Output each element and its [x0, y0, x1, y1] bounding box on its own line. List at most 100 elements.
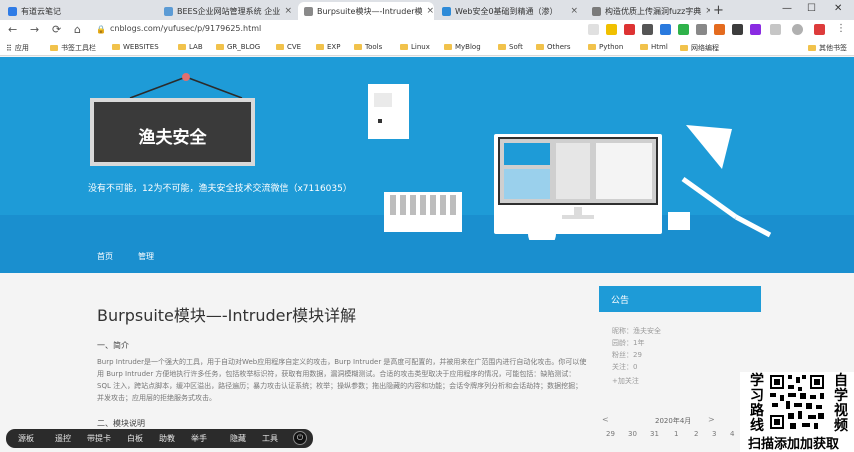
toolbar-item[interactable]: 白板	[127, 433, 143, 444]
new-tab-button[interactable]: +	[713, 3, 724, 18]
toolbar-item[interactable]: 工具	[262, 433, 278, 444]
tab-bees[interactable]: BEES企业网站管理系统 企业 ×	[158, 2, 298, 20]
post-title[interactable]: Burpsuite模块—-Intruder模块详解	[97, 302, 356, 326]
bookmark-other[interactable]: 其他书签	[808, 43, 847, 53]
calendar-next-icon[interactable]: >	[708, 415, 715, 424]
page-favicon-icon	[442, 6, 451, 16]
bookmark-folder[interactable]: 网络编程	[680, 43, 719, 53]
star-icon[interactable]	[606, 24, 617, 35]
extension-icon[interactable]	[750, 24, 761, 35]
toolbar-item[interactable]: 隐藏	[230, 433, 246, 444]
calendar-prev-icon[interactable]: <	[602, 415, 609, 424]
tab-bar: 有道云笔记 BEES企业网站管理系统 企业 × Burpsuite模块—-Int…	[0, 0, 854, 20]
folder-icon	[216, 44, 224, 50]
blog-slogan: 没有不可能，12为不可能，渔夫安全技术交流微信（x7116035）	[88, 184, 352, 194]
extension-icon[interactable]	[642, 24, 653, 35]
reload-icon[interactable]: ⟳	[52, 23, 61, 36]
calendar-day[interactable]: 31	[650, 430, 659, 438]
folder-icon	[444, 44, 452, 50]
folder-icon	[354, 44, 362, 50]
tab-fuzz-dict[interactable]: 构造优质上传漏洞fuzz字典 ×	[586, 2, 710, 20]
extension-icon[interactable]	[660, 24, 671, 35]
promo-left-text: 学习路线	[750, 373, 764, 434]
tab-close-icon[interactable]: ×	[701, 6, 710, 16]
bookmark-folder[interactable]: GR_BLOG	[216, 43, 260, 51]
bookmark-folder[interactable]: Tools	[354, 43, 382, 51]
tab-close-icon[interactable]: ×	[566, 6, 578, 16]
calendar-day[interactable]: 29	[606, 430, 615, 438]
tab-close-icon[interactable]: ×	[280, 6, 292, 16]
translate-icon[interactable]	[588, 24, 599, 35]
bookmark-folder[interactable]: EXP	[316, 43, 340, 51]
folder-icon	[50, 45, 58, 51]
nav-manage-link[interactable]: 管理	[138, 251, 154, 262]
bookmark-folder[interactable]: Soft	[498, 43, 523, 51]
folder-icon	[178, 44, 186, 50]
tab-youdao[interactable]: 有道云笔记	[2, 2, 84, 20]
close-window-button[interactable]: ✕	[834, 3, 842, 14]
blog-logo-sign[interactable]: 渔夫安全	[90, 123, 255, 148]
bookmark-folder[interactable]: MyBlog	[444, 43, 481, 51]
calendar-day[interactable]: 3	[712, 430, 716, 438]
calendar-day[interactable]: 4	[730, 430, 734, 438]
maximize-button[interactable]: ☐	[807, 3, 816, 14]
minimize-button[interactable]: —	[782, 3, 792, 14]
tab-close-icon[interactable]: ×	[423, 6, 434, 16]
sidebar-line: 昵称：渔夫安全	[612, 327, 661, 335]
toolbar-item[interactable]: 遥控	[55, 433, 71, 444]
toolbar-item[interactable]: 举手	[191, 433, 207, 444]
back-arrow-icon[interactable]: ←	[8, 23, 17, 36]
extension-icon[interactable]	[770, 24, 781, 35]
forward-arrow-icon[interactable]: →	[30, 23, 39, 36]
sidebar-line: 粉丝：29	[612, 351, 642, 359]
calendar-title: 2020年4月	[655, 417, 692, 425]
extension-icon[interactable]	[696, 24, 707, 35]
promo-right-text: 自学视频	[834, 373, 848, 434]
toolbar-item[interactable]: 源板	[18, 433, 34, 444]
bookmark-folder[interactable]: WEBSITES	[112, 43, 159, 51]
home-icon[interactable]: ⌂	[74, 23, 81, 36]
qr-code-icon[interactable]	[768, 373, 826, 431]
folder-icon	[680, 45, 688, 51]
tab-web-security[interactable]: Web安全0基础到精通（渗） ×	[436, 2, 584, 20]
bookmark-folder[interactable]: 书签工具栏	[50, 43, 96, 53]
folder-icon	[276, 44, 284, 50]
url-field[interactable]: cnblogs.com/yufusec/p/9179625.html	[110, 24, 261, 33]
sidebar-title: 公告	[611, 296, 630, 306]
address-bar: ← → ⟳ ⌂ 🔒 cnblogs.com/yufusec/p/9179625.…	[0, 20, 854, 40]
calendar-day[interactable]: 1	[674, 430, 678, 438]
bookmark-folder[interactable]: Linux	[400, 43, 430, 51]
extension-icon[interactable]	[714, 24, 725, 35]
lock-icon: 🔒	[96, 25, 106, 34]
page-favicon-icon	[592, 6, 601, 16]
profile-avatar[interactable]	[792, 24, 803, 35]
extension-icon[interactable]	[732, 24, 743, 35]
tab-label: Web安全0基础到精通（渗）	[455, 6, 558, 16]
bookmark-apps[interactable]: ⠿ 应用	[6, 43, 29, 53]
tab-burpsuite[interactable]: Burpsuite模块—-Intruder模 ×	[298, 2, 434, 20]
bookmark-folder[interactable]: Html	[640, 43, 668, 51]
folder-icon	[808, 45, 816, 51]
post-paragraph: Burp Intruder是一个强大的工具，用于自动对Web应用程序自定义的攻击…	[97, 358, 587, 402]
folder-icon	[536, 44, 544, 50]
extension-icon[interactable]	[678, 24, 689, 35]
sidebar-line: 关注：0	[612, 363, 638, 371]
calendar-day[interactable]: 2	[694, 430, 698, 438]
bookmark-folder[interactable]: Others	[536, 43, 571, 51]
calendar-day[interactable]: 30	[628, 430, 637, 438]
bookmark-folder[interactable]: CVE	[276, 43, 301, 51]
power-icon[interactable]: ⏻	[293, 431, 307, 445]
cnblogs-favicon-icon	[304, 6, 313, 16]
promo-bottom-text: 扫描添加加获取	[748, 437, 840, 452]
apps-grid-icon: ⠿	[6, 43, 12, 53]
toolbar-item[interactable]: 助教	[159, 433, 175, 444]
menu-icon[interactable]: ⋮	[836, 24, 847, 35]
bookmark-folder[interactable]: LAB	[178, 43, 203, 51]
nav-home-link[interactable]: 首页	[97, 251, 113, 262]
folder-icon	[400, 44, 408, 50]
extension-icon[interactable]	[814, 24, 825, 35]
extension-icon[interactable]	[624, 24, 635, 35]
bookmark-folder[interactable]: Python	[588, 43, 623, 51]
follow-link[interactable]: +加关注	[612, 376, 639, 386]
toolbar-item[interactable]: 带提卡	[87, 433, 111, 444]
